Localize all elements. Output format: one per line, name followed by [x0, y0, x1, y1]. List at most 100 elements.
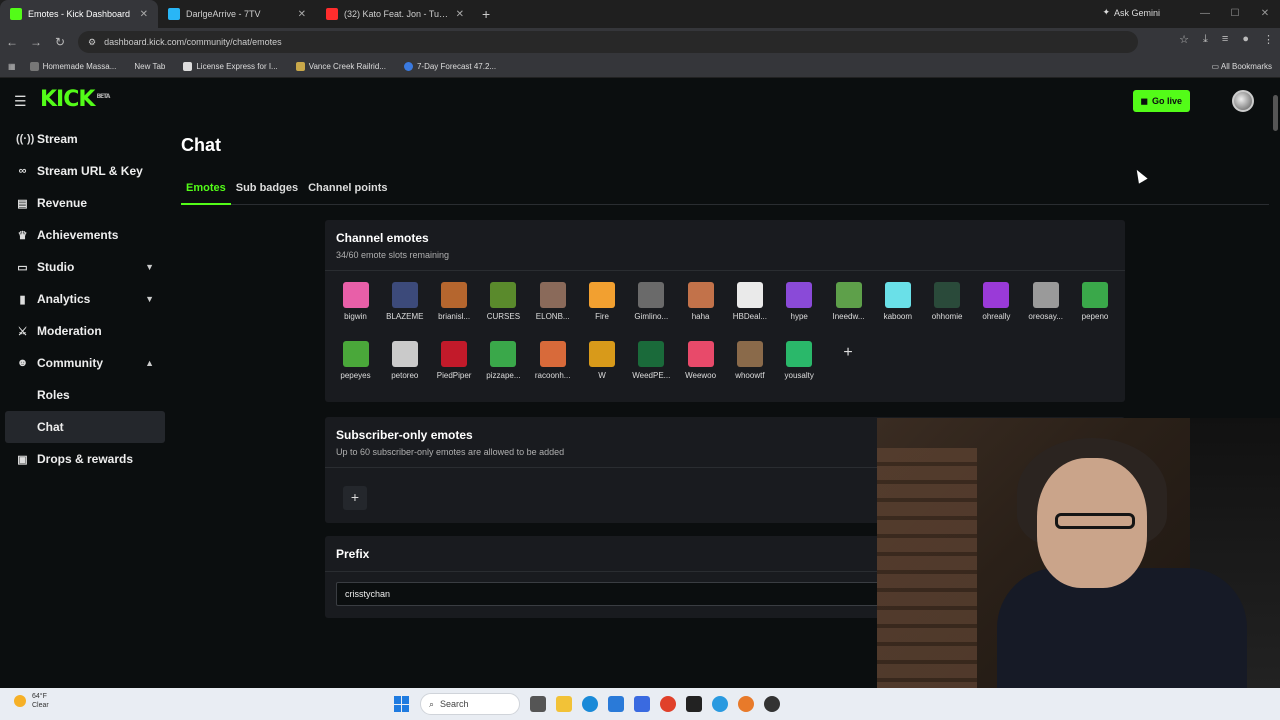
emote-item[interactable]: brianisl... [430, 282, 479, 321]
maximize-icon[interactable]: ☐ [1220, 0, 1250, 28]
emote-item[interactable]: WeedPE... [627, 341, 676, 380]
emote-item[interactable]: hype [775, 282, 824, 321]
emote-item[interactable]: Ineedw... [824, 282, 873, 321]
sidebar-item-drops-rewards[interactable]: ▣ Drops & rewards [0, 443, 170, 475]
emote-name: brianisl... [438, 312, 471, 321]
emote-image [884, 282, 911, 308]
avatar[interactable] [1232, 90, 1254, 112]
emote-item[interactable]: kaboom [873, 282, 922, 321]
add-subscriber-emote-button[interactable]: + [343, 486, 367, 510]
emote-item[interactable]: oreosay... [1021, 282, 1070, 321]
bookmark-item[interactable]: Vance Creek Railrid... [295, 62, 386, 71]
emote-item[interactable]: yousalty [775, 341, 824, 380]
emote-item[interactable]: pepeyes [331, 341, 380, 380]
ask-gemini-button[interactable]: ✦ Ask Gemini [1102, 7, 1160, 18]
tab-channel-points[interactable]: Channel points [303, 179, 392, 205]
emote-item[interactable]: HBDeal... [725, 282, 774, 321]
profile-icon[interactable]: ● [1242, 33, 1249, 46]
close-icon[interactable]: ✕ [140, 9, 148, 20]
download-icon[interactable]: ⤓ [1203, 33, 1208, 46]
app-icon[interactable] [712, 696, 728, 712]
sidebar-item-community[interactable]: ☻ Community ▲ [0, 347, 170, 379]
bookmark-label: 7-Day Forecast 47.2... [416, 62, 497, 71]
windows-start-icon[interactable] [394, 696, 410, 712]
emote-item[interactable]: petoreo [380, 341, 429, 380]
emote-item[interactable]: W [578, 341, 627, 380]
add-emote-button[interactable]: + [835, 341, 861, 367]
bookmark-item[interactable]: New Tab [134, 62, 165, 71]
sidebar-item-moderation[interactable]: ⚔ Moderation [0, 315, 170, 347]
bookmark-item[interactable]: 7-Day Forecast 47.2... [403, 62, 497, 71]
scrollbar[interactable] [1273, 95, 1278, 131]
tab-sub-badges[interactable]: Sub badges [231, 179, 303, 205]
task-view-icon[interactable] [530, 696, 546, 712]
sidebar-item-label: Roles [37, 388, 70, 402]
go-live-button[interactable]: ◼ Go live [1132, 90, 1190, 112]
tab-youtube[interactable]: (32) Kato Feat. Jon - Turn T ✕ [316, 0, 474, 28]
emote-item[interactable]: pizzape... [479, 341, 528, 380]
store-icon[interactable] [608, 696, 624, 712]
hamburger-menu-icon[interactable]: ☰ [14, 93, 27, 110]
close-icon[interactable]: ✕ [456, 9, 464, 20]
bookmark-item[interactable]: License Express for I... [183, 62, 278, 71]
close-window-icon[interactable]: ✕ [1250, 0, 1280, 28]
tab-emotes[interactable]: Emotes [181, 179, 231, 205]
url-field[interactable]: ⚙ dashboard.kick.com/community/chat/emot… [78, 31, 1138, 53]
sidebar-item-stream[interactable]: ((·)) Stream [0, 123, 170, 155]
kick-logo[interactable]: KICK BETA [40, 87, 110, 112]
menu-icon[interactable]: ⋮ [1263, 33, 1274, 46]
obs-icon[interactable] [764, 696, 780, 712]
sidebar-item-revenue[interactable]: ▤ Revenue [0, 187, 170, 219]
app-icon[interactable] [634, 696, 650, 712]
emote-item[interactable]: Weewoo [676, 341, 725, 380]
prefix-input[interactable]: crisstychan [336, 582, 896, 606]
firefox-icon[interactable] [738, 696, 754, 712]
chrome-icon[interactable] [660, 696, 676, 712]
emote-item[interactable]: BLAZEME [380, 282, 429, 321]
weather-widget[interactable]: 64°F Clear [14, 692, 49, 710]
emote-item[interactable]: PiedPiper [430, 341, 479, 380]
back-icon[interactable]: ← [0, 35, 24, 49]
sidebar-item-achievements[interactable]: ♛ Achievements [0, 219, 170, 251]
emote-item[interactable]: haha [676, 282, 725, 321]
all-bookmarks[interactable]: ▭ All Bookmarks [1212, 62, 1272, 71]
new-tab-button[interactable]: + [474, 6, 498, 22]
media-icon[interactable]: ≡ [1222, 33, 1228, 46]
sidebar-item-chat[interactable]: Chat [5, 411, 165, 443]
emote-item[interactable]: Gimlino... [627, 282, 676, 321]
sidebar-item-studio[interactable]: ▭ Studio ▼ [0, 251, 170, 283]
edge-icon[interactable] [582, 696, 598, 712]
emote-item[interactable]: racoonh... [528, 341, 577, 380]
analytics-icon: ▮ [19, 293, 26, 306]
file-explorer-icon[interactable] [556, 696, 572, 712]
sidebar-item-stream-url-key[interactable]: ∞ Stream URL & Key [0, 155, 170, 187]
close-icon[interactable]: ✕ [298, 9, 306, 20]
emote-item[interactable]: whoowtf [725, 341, 774, 380]
emote-item[interactable]: CURSES [479, 282, 528, 321]
emote-image [736, 282, 763, 308]
window-controls: — ☐ ✕ [1190, 0, 1280, 28]
tab-7tv[interactable]: DarlgeArrive - 7TV ✕ [158, 0, 316, 28]
taskbar-search[interactable]: ⌕ Search [420, 693, 520, 715]
emote-item[interactable]: ohhomie [923, 282, 972, 321]
apps-icon[interactable]: ▦ [8, 62, 16, 71]
reload-icon[interactable]: ↻ [48, 35, 72, 49]
bookmark-star-icon[interactable]: ☆ [1179, 33, 1189, 46]
emote-item[interactable]: bigwin [331, 282, 380, 321]
minimize-icon[interactable]: — [1190, 0, 1220, 28]
emote-name: Gimlino... [634, 312, 669, 321]
emote-image [687, 282, 714, 308]
emote-item[interactable]: ohreally [972, 282, 1021, 321]
emote-image [835, 282, 862, 308]
emote-item[interactable]: ELONB... [528, 282, 577, 321]
emote-item[interactable]: Fire [578, 282, 627, 321]
forward-icon[interactable]: → [24, 35, 48, 49]
terminal-icon[interactable] [686, 696, 702, 712]
emote-item[interactable]: pepeno [1071, 282, 1120, 321]
sidebar: ((·)) Stream ∞ Stream URL & Key ▤ Revenue ♛… [0, 123, 170, 475]
site-info-icon[interactable]: ⚙ [88, 37, 96, 48]
bookmark-item[interactable]: Homemade Massa... [29, 62, 116, 71]
tab-kick-emotes[interactable]: Emotes - Kick Dashboard ✕ [0, 0, 158, 28]
sidebar-item-roles[interactable]: Roles [0, 379, 170, 411]
sidebar-item-analytics[interactable]: ▮ Analytics ▼ [0, 283, 170, 315]
